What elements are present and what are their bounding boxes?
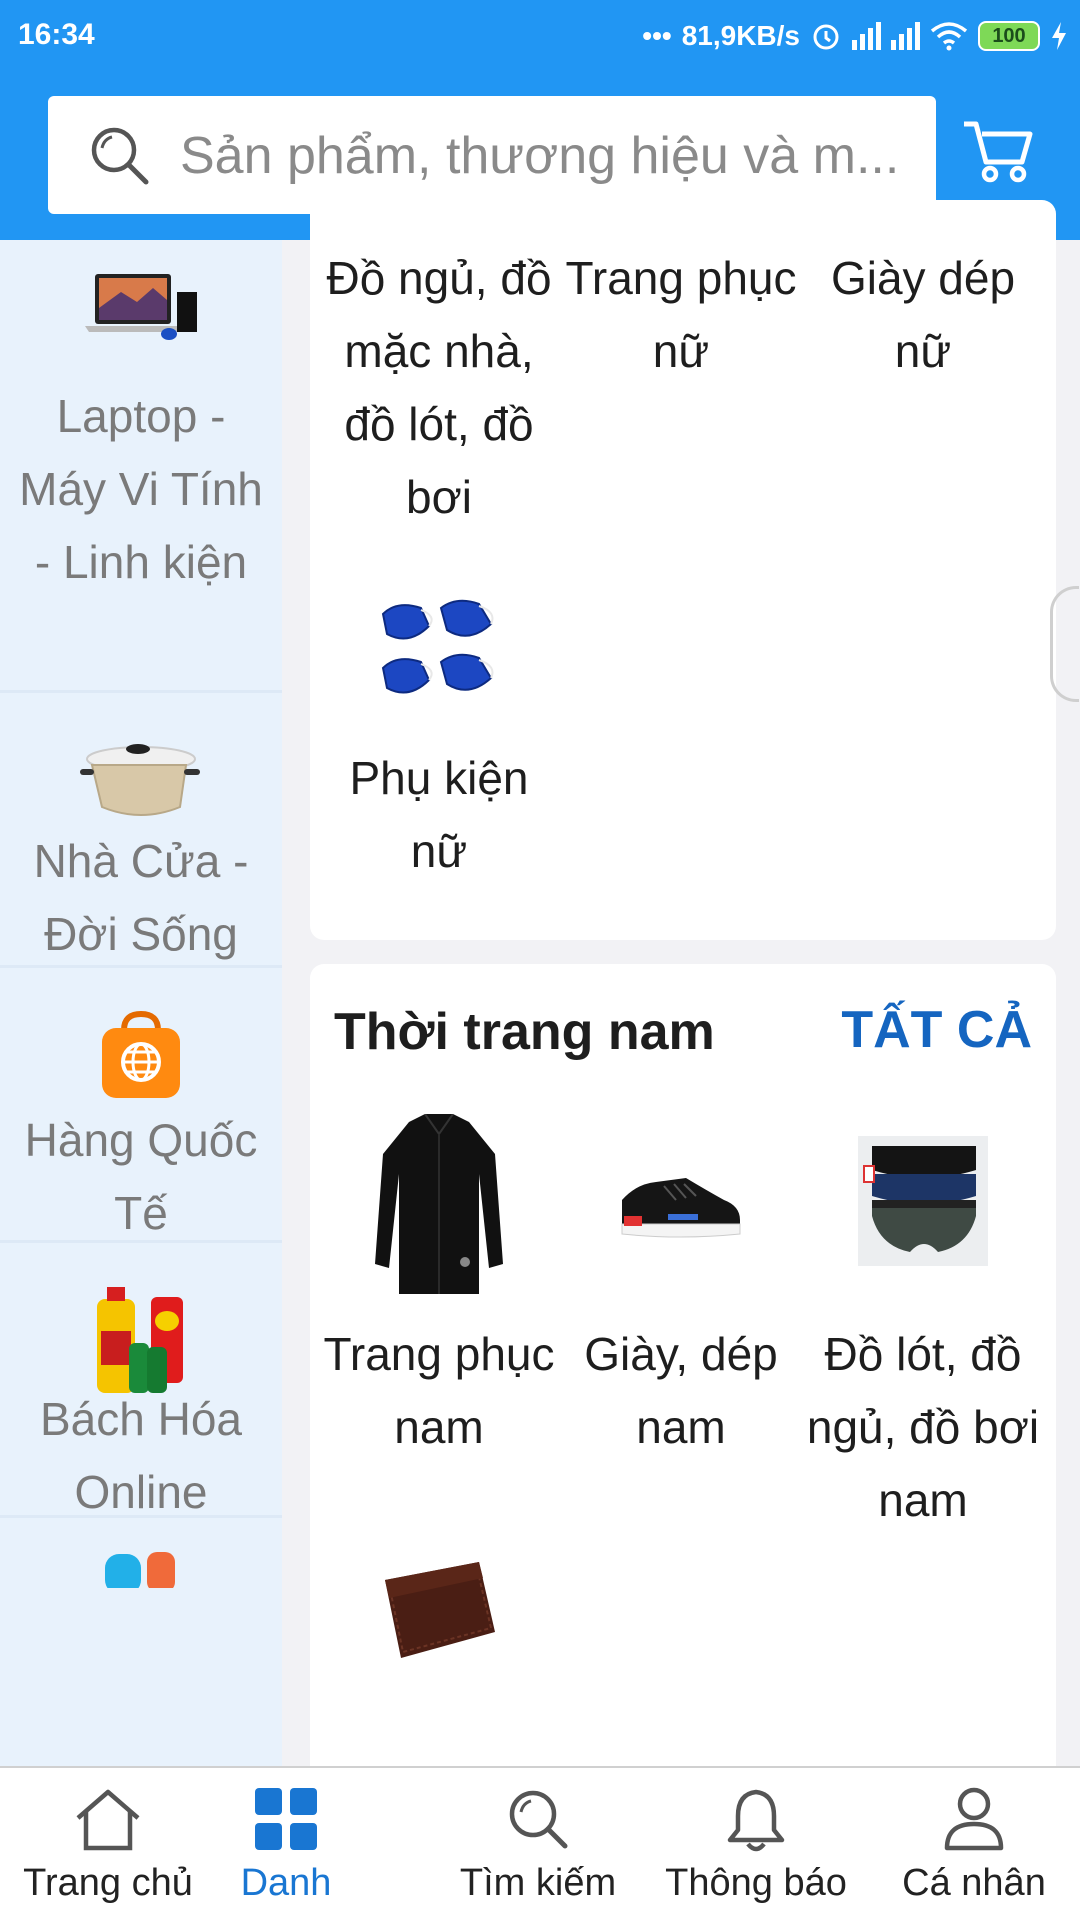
tile-label: Trang phục nữ: [565, 252, 797, 377]
international-bag-icon: [102, 1010, 180, 1098]
cooking-pot-icon: [80, 744, 200, 816]
laptop-icon: [85, 274, 197, 340]
category-tile-men-shoes[interactable]: Giày, dép nam: [560, 1114, 802, 1453]
scroll-handle[interactable]: [1050, 586, 1079, 702]
tile-label: Đồ lót, đồ ngủ, đồ bơi nam: [806, 1328, 1040, 1526]
nav-category[interactable]: Danh: [216, 1768, 356, 1922]
nav-label: Danh: [240, 1862, 332, 1904]
status-bar: 16:34 ••• 81,9KB/s 100: [0, 0, 1080, 72]
category-tile[interactable]: Giày dép nữ: [802, 200, 1044, 400]
nav-profile[interactable]: Cá nhân: [876, 1768, 1072, 1922]
tile-label: Trang phục nam: [323, 1328, 555, 1453]
network-speed: 81,9KB/s: [681, 20, 800, 51]
sidebar-item-international[interactable]: Hàng Quốc Tế: [0, 968, 282, 1243]
sneaker-icon: [621, 1178, 741, 1238]
user-icon: [944, 1787, 1004, 1851]
tile-label: Giày dép nữ: [830, 252, 1016, 377]
tile-label: Đồ ngủ, đồ mặc nhà, đồ lót, đồ bơi: [326, 252, 552, 523]
signal-icon: [852, 22, 881, 50]
search-bar[interactable]: Sản phẩm, thương hiệu và m...: [48, 96, 936, 214]
sidebar-item-laptop[interactable]: Laptop - Máy Vi Tính - Linh kiện: [0, 240, 282, 693]
speaker-icon: [105, 1552, 175, 1588]
category-sidebar: Laptop - Máy Vi Tính - Linh kiện Nhà Cửa…: [0, 240, 282, 1766]
tile-label: Phụ kiện nữ: [349, 752, 529, 877]
grocery-icon: [97, 1287, 183, 1393]
wifi-icon: [930, 22, 968, 51]
category-tile-men-clothing[interactable]: Trang phục nam: [318, 1114, 560, 1474]
shirt-icon: [375, 1114, 503, 1294]
sidebar-item-label: Laptop - Máy Vi Tính - Linh kiện: [19, 390, 263, 588]
tile-label: Giày, dép nam: [584, 1328, 778, 1453]
search-icon: [509, 1790, 568, 1849]
nav-label: Thông báo: [665, 1862, 847, 1904]
sidebar-item-label: Nhà Cửa - Đời Sống: [33, 835, 249, 960]
women-category-panel: Đồ ngủ, đồ mặc nhà, đồ lót, đồ bơi Trang…: [310, 200, 1056, 940]
battery-icon: 100: [978, 21, 1040, 51]
nav-notifications[interactable]: Thông báo: [658, 1768, 854, 1922]
face-mask-icon: [381, 599, 494, 694]
category-tile[interactable]: Trang phục nữ: [560, 200, 802, 400]
more-dots-icon: •••: [642, 20, 672, 51]
grid-icon: [255, 1788, 317, 1850]
section-title: Thời trang nam: [334, 1003, 715, 1061]
category-tile-men-underwear[interactable]: Đồ lót, đồ ngủ, đồ bơi nam: [802, 1114, 1044, 1526]
bottom-navigation: Trang chủ Danh Tìm kiếm Thông báo Cá nhâ…: [0, 1766, 1080, 1922]
status-icons: ••• 81,9KB/s 100: [642, 16, 1068, 56]
home-icon: [76, 1789, 140, 1851]
nav-label: Trang chủ: [23, 1862, 193, 1904]
category-tile[interactable]: Đồ ngủ, đồ mặc nhà, đồ lót, đồ bơi: [318, 200, 560, 523]
underwear-icon: [858, 1136, 988, 1266]
bell-icon: [727, 1789, 785, 1852]
sidebar-item-home-living[interactable]: Nhà Cửa - Đời Sống: [0, 693, 282, 968]
sidebar-item-label: Bách Hóa Online: [39, 1393, 242, 1518]
alarm-icon: [813, 24, 839, 50]
wallet-icon: [385, 1562, 495, 1658]
men-fashion-panel: Thời trang nam TẤT CẢ Trang phục nam Già…: [310, 964, 1056, 1766]
charging-icon: [1052, 22, 1066, 50]
search-input[interactable]: Sản phẩm, thương hiệu và m...: [180, 126, 920, 186]
search-icon: [91, 127, 149, 185]
category-tile-accessories[interactable]: Phụ kiện nữ: [318, 580, 560, 920]
category-tile-men-accessories[interactable]: [318, 1530, 560, 1766]
nav-home[interactable]: Trang chủ: [0, 1768, 216, 1922]
status-time: 16:34: [18, 18, 95, 51]
sidebar-item-next[interactable]: [0, 1518, 282, 1766]
nav-label: Tìm kiếm: [459, 1862, 617, 1904]
sidebar-item-label: Hàng Quốc Tế: [24, 1114, 258, 1239]
sidebar-item-grocery[interactable]: Bách Hóa Online: [0, 1243, 282, 1518]
nav-label: Cá nhân: [902, 1862, 1046, 1904]
signal-icon: [891, 22, 920, 50]
nav-search[interactable]: Tìm kiếm: [440, 1768, 636, 1922]
see-all-link[interactable]: TẤT CẢ: [841, 1000, 1032, 1060]
cart-icon[interactable]: [960, 118, 1034, 184]
